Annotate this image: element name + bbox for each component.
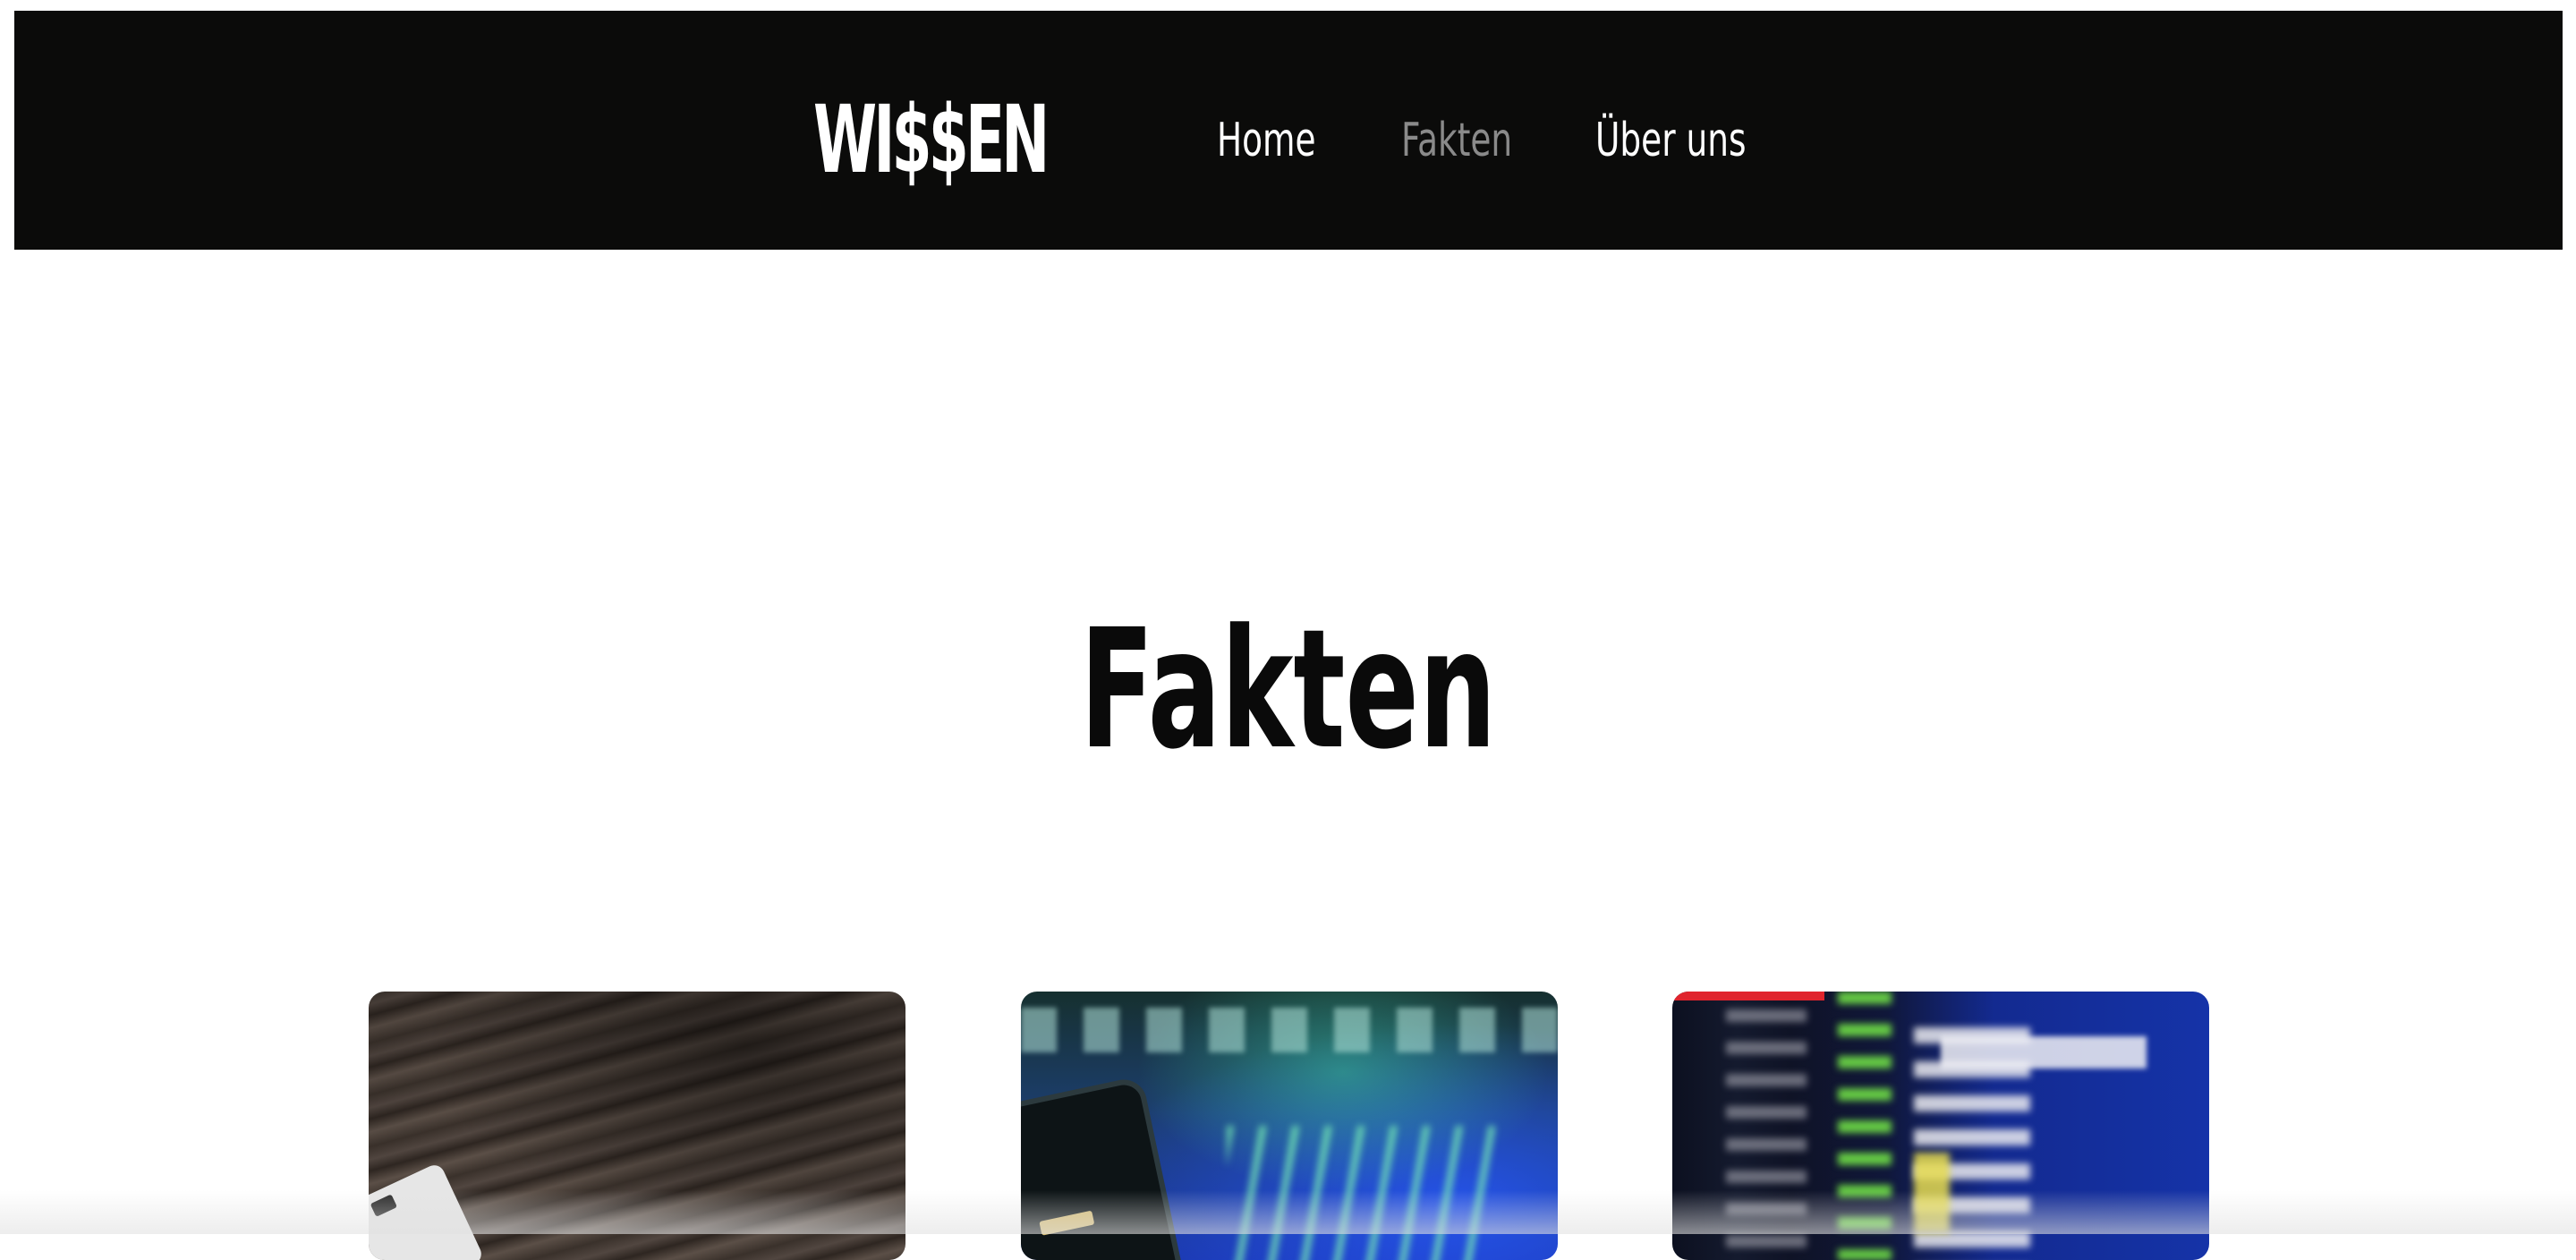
chart-spikes <box>1227 1126 1495 1260</box>
white-bar <box>1941 1036 2147 1068</box>
nav-link-home[interactable]: Home <box>1217 109 1316 172</box>
fact-card-image <box>369 992 905 1260</box>
site-logo[interactable]: WI$$EN <box>813 86 1050 193</box>
ticker-strip <box>1021 1008 1558 1052</box>
fact-card-image <box>1021 992 1558 1260</box>
grey-column <box>1726 1009 1807 1260</box>
site-header: WI$$EN Home Fakten Über uns <box>14 11 2563 250</box>
yellow-block <box>1914 1153 1950 1233</box>
fact-card-3[interactable] <box>1672 992 2209 1260</box>
green-column <box>1838 992 1892 1260</box>
phone-screen-mark <box>1039 1210 1095 1236</box>
fact-card-2[interactable] <box>1021 992 1558 1260</box>
nav-link-ueber-uns[interactable]: Über uns <box>1595 109 1746 172</box>
nav-link-fakten[interactable]: Fakten <box>1401 109 1512 172</box>
page: WI$$EN Home Fakten Über uns Fakten <box>0 0 2576 1260</box>
fact-card-image <box>1672 992 2209 1260</box>
page-title: Fakten <box>0 600 2576 779</box>
device-mark <box>370 1194 398 1217</box>
red-bar <box>1672 992 1824 1000</box>
page-title-text: Fakten <box>1079 594 1497 787</box>
phone-shape <box>1021 1075 1187 1260</box>
fact-card-1[interactable] <box>369 992 905 1260</box>
